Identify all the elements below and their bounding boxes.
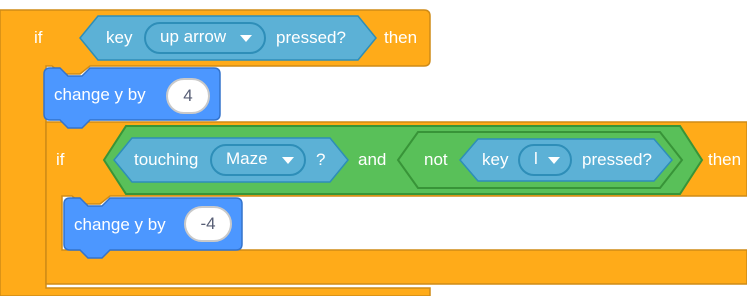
touching-question-mark: ? [316,150,326,169]
key-dropdown-value-l: l [534,149,538,168]
inner-pressed-label: pressed? [582,150,652,169]
chevron-down-icon [240,35,252,42]
chevron-down-icon [548,157,560,164]
chevron-down-icon [282,157,294,164]
outer-if-label: if [34,28,43,47]
change-y-value-input-1[interactable]: 4 [166,78,210,114]
code-area: if key up arrow pressed? then change y b… [0,0,747,296]
and-label: and [358,150,387,169]
inner-if-label: if [56,150,65,169]
touching-label: touching [134,150,199,169]
touching-dropdown-value: Maze [226,149,268,168]
not-label: not [424,150,448,169]
change-y-label-2: change y by [74,215,166,234]
key-dropdown-value: up arrow [160,27,227,46]
outer-key-label: key [106,28,133,47]
touching-dropdown-maze[interactable]: Maze [210,144,306,176]
inner-then-label: then [708,150,742,169]
change-y-label-1: change y by [54,85,146,104]
key-dropdown-l[interactable]: l [518,144,572,176]
outer-pressed-label: pressed? [276,28,346,47]
key-dropdown-up-arrow[interactable]: up arrow [144,22,266,54]
change-y-value-input-2[interactable]: -4 [184,206,232,242]
outer-then-label: then [384,28,418,47]
inner-key-label: key [482,150,509,169]
